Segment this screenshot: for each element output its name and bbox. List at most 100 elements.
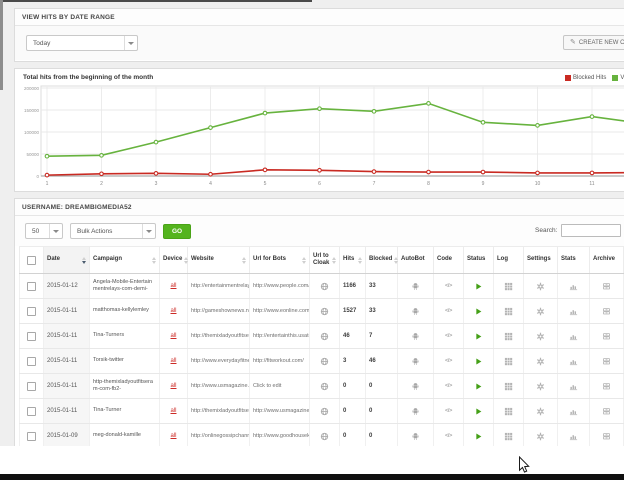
device-link[interactable]: all (170, 383, 176, 389)
device-link[interactable]: all (170, 358, 176, 364)
date-range-select[interactable]: Today (26, 35, 138, 51)
code-icon[interactable]: </> (445, 383, 452, 389)
log-icon[interactable] (504, 332, 513, 341)
settings-gear-icon[interactable] (536, 407, 545, 416)
globe-icon[interactable] (320, 432, 329, 441)
cell-website[interactable]: http://www.usmagazine.c... (188, 374, 250, 399)
play-status-icon[interactable] (474, 282, 483, 291)
device-link[interactable]: all (170, 308, 176, 314)
log-icon[interactable] (504, 307, 513, 316)
bar-chart-icon[interactable] (569, 282, 578, 291)
android-icon[interactable] (411, 382, 420, 391)
cell-url-for-bots[interactable]: http://www.usmagazine.c... (250, 399, 310, 424)
column-header-hits[interactable]: Hits (340, 247, 366, 274)
android-icon[interactable] (411, 307, 420, 316)
search-input[interactable] (561, 224, 621, 237)
per-page-select[interactable]: 50 (25, 223, 63, 239)
play-status-icon[interactable] (474, 307, 483, 316)
select-all-checkbox[interactable] (27, 256, 36, 265)
archive-icon[interactable] (602, 407, 611, 416)
bar-chart-icon[interactable] (569, 307, 578, 316)
column-header-blocked[interactable]: Blocked (366, 247, 398, 274)
play-status-icon[interactable] (474, 332, 483, 341)
go-button[interactable]: GO (163, 224, 191, 239)
column-header-url_to_cloak[interactable]: Url to Cloak (310, 247, 340, 274)
code-icon[interactable]: </> (445, 308, 452, 314)
bar-chart-icon[interactable] (569, 357, 578, 366)
android-icon[interactable] (411, 432, 420, 441)
log-icon[interactable] (504, 282, 513, 291)
settings-gear-icon[interactable] (536, 432, 545, 441)
column-header-log: Log (494, 247, 524, 274)
log-icon[interactable] (504, 382, 513, 391)
globe-icon[interactable] (320, 382, 329, 391)
cell-url-for-bots[interactable]: http://fitworkout.com/ (250, 349, 310, 374)
cell-website[interactable]: http://themixladyoutfitser... (188, 399, 250, 424)
settings-gear-icon[interactable] (536, 307, 545, 316)
row-checkbox[interactable] (27, 357, 36, 366)
android-icon[interactable] (411, 282, 420, 291)
bar-chart-icon[interactable] (569, 332, 578, 341)
row-checkbox[interactable] (27, 432, 36, 441)
settings-gear-icon[interactable] (536, 282, 545, 291)
archive-icon[interactable] (602, 332, 611, 341)
cell-url-for-bots[interactable]: http://www.people.com/ar... (250, 274, 310, 299)
bar-chart-icon[interactable] (569, 407, 578, 416)
cell-url-for-bots[interactable]: http://www.goodhousekee... (250, 424, 310, 449)
code-icon[interactable]: </> (445, 333, 452, 339)
globe-icon[interactable] (320, 407, 329, 416)
row-checkbox[interactable] (27, 407, 36, 416)
cell-url-for-bots[interactable]: http://www.eonline.com/n... (250, 299, 310, 324)
play-status-icon[interactable] (474, 382, 483, 391)
column-header-website[interactable]: Website (188, 247, 250, 274)
bar-chart-icon[interactable] (569, 432, 578, 441)
archive-icon[interactable] (602, 432, 611, 441)
column-header-device[interactable]: Device (160, 247, 188, 274)
android-icon[interactable] (411, 332, 420, 341)
globe-icon[interactable] (320, 282, 329, 291)
bulk-actions-select[interactable]: Bulk Actions (70, 223, 156, 239)
create-new-campaign-button[interactable]: ✎ CREATE NEW CAMPAIGN (563, 35, 624, 50)
column-header-date[interactable]: Date (44, 247, 90, 274)
device-link[interactable]: all (170, 433, 176, 439)
settings-gear-icon[interactable] (536, 382, 545, 391)
column-header-campaign[interactable]: Campaign (90, 247, 160, 274)
archive-icon[interactable] (602, 282, 611, 291)
globe-icon[interactable] (320, 332, 329, 341)
log-icon[interactable] (504, 357, 513, 366)
play-status-icon[interactable] (474, 357, 483, 366)
cell-website[interactable]: http://themixladyoutfitser... (188, 324, 250, 349)
log-icon[interactable] (504, 432, 513, 441)
cell-url-for-bots[interactable]: http://entertainthis.usatod... (250, 324, 310, 349)
code-icon[interactable]: </> (445, 408, 452, 414)
row-checkbox[interactable] (27, 382, 36, 391)
row-checkbox[interactable] (27, 307, 36, 316)
globe-icon[interactable] (320, 307, 329, 316)
cell-website[interactable]: http://gameshownews.net (188, 299, 250, 324)
globe-icon[interactable] (320, 357, 329, 366)
cell-website[interactable]: http://onlinegossipchann... (188, 424, 250, 449)
cell-website[interactable]: http://entertainmentrelays... (188, 274, 250, 299)
bar-chart-icon[interactable] (569, 382, 578, 391)
play-status-icon[interactable] (474, 432, 483, 441)
archive-icon[interactable] (602, 307, 611, 316)
android-icon[interactable] (411, 407, 420, 416)
cell-url-for-bots[interactable]: Click to edit (250, 374, 310, 399)
log-icon[interactable] (504, 407, 513, 416)
cell-website[interactable]: http://www.everydayfitnes... (188, 349, 250, 374)
column-header-url_for_bots[interactable]: Url for Bots (250, 247, 310, 274)
play-status-icon[interactable] (474, 407, 483, 416)
device-link[interactable]: all (170, 408, 176, 414)
archive-icon[interactable] (602, 382, 611, 391)
row-checkbox[interactable] (27, 282, 36, 291)
code-icon[interactable]: </> (445, 283, 452, 289)
device-link[interactable]: all (170, 333, 176, 339)
device-link[interactable]: all (170, 283, 176, 289)
archive-icon[interactable] (602, 357, 611, 366)
row-checkbox[interactable] (27, 332, 36, 341)
code-icon[interactable]: </> (445, 358, 452, 364)
settings-gear-icon[interactable] (536, 332, 545, 341)
code-icon[interactable]: </> (445, 433, 452, 439)
settings-gear-icon[interactable] (536, 357, 545, 366)
android-icon[interactable] (411, 357, 420, 366)
